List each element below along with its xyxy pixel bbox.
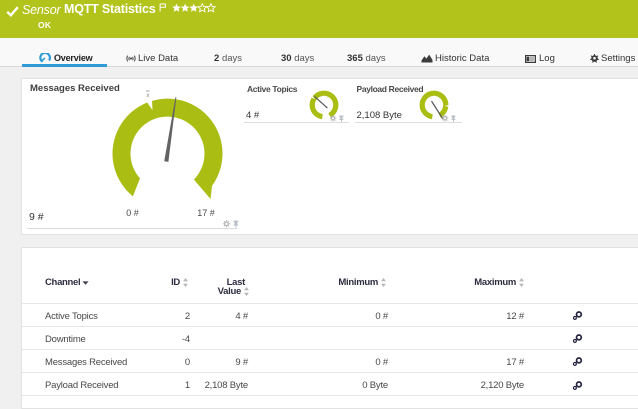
svg-text:x: x [146, 92, 150, 99]
